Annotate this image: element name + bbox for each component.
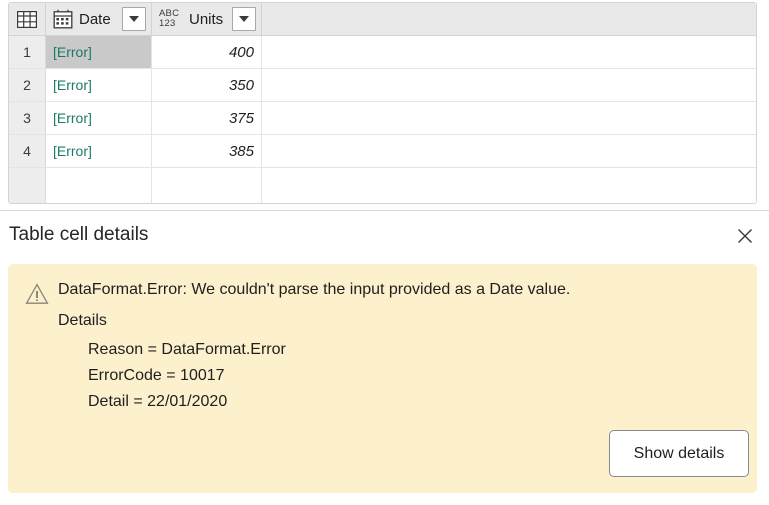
table-row[interactable]: 1 [Error] 400 [9,36,756,69]
column-header-units[interactable]: ABC 123 Units [152,3,262,35]
cell-date[interactable]: [Error] [46,69,152,101]
abc123-icon-num: 123 [159,18,176,29]
page-title: Table cell details [9,224,149,245]
grid-header-row: Date ABC 123 Units [9,3,756,36]
grid-frame: Date ABC 123 Units 1 [Error] 400 2 [Erro… [8,2,757,204]
details-panel-header: Table cell details [0,211,769,259]
abc123-icon: ABC 123 [159,7,183,31]
table-row[interactable]: 3 [Error] 375 [9,102,756,135]
row-number: 3 [9,102,46,134]
row-number: 4 [9,135,46,167]
error-detail-reason: Reason = DataFormat.Error [88,341,286,358]
cell-date-blank [46,168,152,203]
calendar-icon [53,9,73,29]
error-message-text: DataFormat.Error: We couldn't parse the … [58,281,571,298]
column-header-date[interactable]: Date [46,3,152,35]
column-header-empty-space [262,3,756,35]
error-message-box: DataFormat.Error: We couldn't parse the … [8,264,757,493]
error-details-label: Details [58,312,107,329]
table-cell-details-panel: Table cell details DataFormat.Error: We … [0,211,769,505]
cell-date[interactable]: [Error] [46,135,152,167]
table-empty-row [9,168,756,203]
error-details-list: Reason = DataFormat.Error ErrorCode = 10… [88,341,286,411]
cell-units[interactable]: 400 [152,36,262,68]
chevron-down-icon [129,16,139,22]
cell-units[interactable]: 375 [152,102,262,134]
column-header-units-label: Units [189,10,224,28]
table-icon [17,10,37,28]
cell-units[interactable]: 350 [152,69,262,101]
row-empty-space [262,168,756,203]
chevron-down-icon [239,16,249,22]
column-filter-button-units[interactable] [232,7,256,31]
row-empty-space [262,36,756,68]
error-detail-errorcode: ErrorCode = 10017 [88,367,225,384]
show-details-button[interactable]: Show details [609,430,749,477]
warning-triangle-icon [25,282,49,306]
row-empty-space [262,135,756,167]
cell-date[interactable]: [Error] [46,36,152,68]
select-all-columns-button[interactable] [9,3,46,35]
row-number-blank [9,168,46,203]
column-filter-button-date[interactable] [122,7,146,31]
close-icon [737,228,753,244]
data-preview-grid: Date ABC 123 Units 1 [Error] 400 2 [Erro… [0,0,769,210]
table-row[interactable]: 4 [Error] 385 [9,135,756,168]
error-detail-detail: Detail = 22/01/2020 [88,393,228,410]
column-header-date-label: Date [79,10,111,28]
cell-units-blank [152,168,262,203]
row-empty-space [262,69,756,101]
row-number: 1 [9,36,46,68]
cell-date[interactable]: [Error] [46,102,152,134]
row-empty-space [262,102,756,134]
close-button[interactable] [731,222,759,250]
row-number: 2 [9,69,46,101]
table-row[interactable]: 2 [Error] 350 [9,69,756,102]
cell-units[interactable]: 385 [152,135,262,167]
